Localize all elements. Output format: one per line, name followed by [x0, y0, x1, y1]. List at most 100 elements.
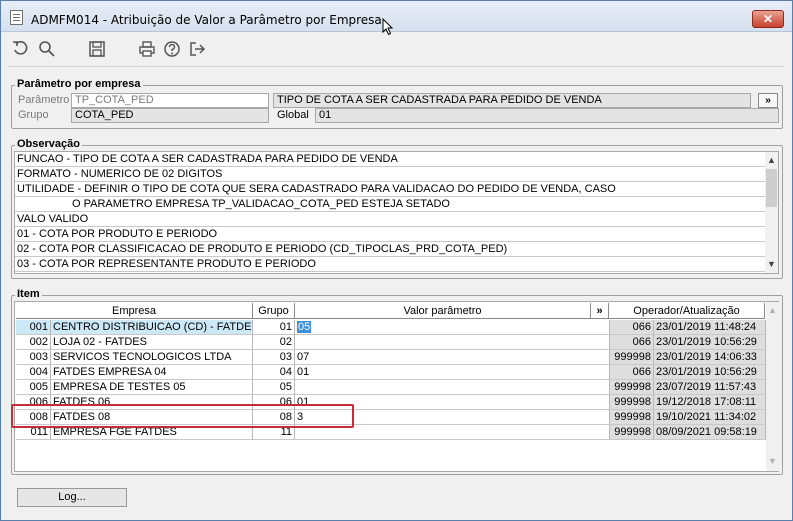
- grupo-field: COTA_PED: [71, 108, 269, 123]
- observacao-group-title: Observação: [15, 138, 82, 150]
- item-group-title: Item: [15, 288, 42, 300]
- observacao-line: FORMATO - NUMERICO DE 02 DIGITOS: [15, 167, 765, 182]
- observacao-line: FUNCAO - TIPO DE COTA A SER CADASTRADA P…: [15, 152, 765, 167]
- exit-icon[interactable]: [186, 38, 208, 60]
- cell-grupo: 11: [253, 425, 295, 440]
- cell-atualizacao: 08/09/2021 09:58:19: [654, 425, 766, 440]
- cell-operador: 066: [610, 365, 654, 380]
- cell-valor[interactable]: 07: [295, 350, 610, 365]
- cell-empresa: CENTRO DISTRIBUICAO (CD) - FATDES: [51, 320, 253, 335]
- cell-atualizacao: 19/10/2021 11:34:02: [654, 410, 766, 425]
- observacao-line: VALO VALIDO: [15, 212, 765, 227]
- item-grid-scrollbar[interactable]: ▲ ▼: [766, 302, 779, 471]
- cell-grupo: 02: [253, 335, 295, 350]
- column-header-valor[interactable]: Valor parâmetro: [295, 303, 591, 319]
- cell-valor[interactable]: [295, 425, 610, 440]
- table-row[interactable]: 003 SERVICOS TECNOLOGICOS LTDA 03 07 999…: [16, 350, 766, 365]
- log-button[interactable]: Log...: [17, 488, 127, 507]
- cell-operador: 999998: [610, 350, 654, 365]
- table-row[interactable]: 005 EMPRESA DE TESTES 05 05 999998 23/07…: [16, 380, 766, 395]
- column-more-button[interactable]: »: [591, 303, 609, 319]
- column-header-operador[interactable]: Operador/Atualização: [609, 303, 765, 319]
- toolbar-divider: [9, 66, 784, 67]
- cell-valor[interactable]: 3: [295, 410, 610, 425]
- observacao-line: 03 - COTA POR REPRESENTANTE PRODUTO E PE…: [15, 257, 765, 272]
- observacao-line: UTILIDADE - DEFINIR O TIPO DE COTA QUE S…: [15, 182, 765, 197]
- cell-operador: 999998: [610, 395, 654, 410]
- cell-grupo: 06: [253, 395, 295, 410]
- table-row[interactable]: 002 LOJA 02 - FATDES 02 066 23/01/2019 1…: [16, 335, 766, 350]
- parametro-label: Parâmetro: [18, 94, 70, 106]
- selected-valor-text[interactable]: 05: [297, 321, 312, 333]
- close-button[interactable]: ✕: [752, 10, 784, 28]
- cell-valor[interactable]: 01: [295, 395, 610, 410]
- cell-codigo: 008: [16, 410, 51, 425]
- cell-atualizacao: 23/07/2019 11:57:43: [654, 380, 766, 395]
- scroll-down-icon[interactable]: ▼: [766, 455, 779, 468]
- cell-atualizacao: 23/01/2019 11:48:24: [654, 320, 766, 335]
- global-label: Global: [277, 109, 309, 121]
- cell-codigo: 002: [16, 335, 51, 350]
- scroll-down-icon[interactable]: ▼: [765, 258, 778, 271]
- cell-atualizacao: 23/01/2019 14:06:33: [654, 350, 766, 365]
- cell-codigo: 005: [16, 380, 51, 395]
- column-header-empresa[interactable]: Empresa: [16, 303, 253, 319]
- cell-operador: 999998: [610, 425, 654, 440]
- observacao-line: 01 - COTA POR PRODUTO E PERIODO: [15, 227, 765, 242]
- grupo-label: Grupo: [18, 109, 49, 121]
- title-bar: ADMFM014 - Atribuição de Valor a Parâmet…: [1, 1, 792, 32]
- print-icon[interactable]: [136, 38, 158, 60]
- observacao-scrollbar[interactable]: ▲ ▼: [765, 152, 778, 273]
- cell-atualizacao: 19/12/2018 17:08:11: [654, 395, 766, 410]
- parametro-description-field: TIPO DE COTA A SER CADASTRADA PARA PEDID…: [273, 93, 751, 108]
- window-title: ADMFM014 - Atribuição de Valor a Parâmet…: [31, 13, 382, 27]
- cell-atualizacao: 23/01/2019 10:56:29: [654, 335, 766, 350]
- observacao-line: 02 - COTA POR CLASSIFICACAO DE PRODUTO E…: [15, 242, 765, 257]
- cell-operador: 999998: [610, 410, 654, 425]
- cell-codigo: 006: [16, 395, 51, 410]
- parametro-more-button[interactable]: »: [758, 93, 778, 108]
- cell-valor[interactable]: 01: [295, 365, 610, 380]
- cell-valor[interactable]: 05: [295, 320, 610, 335]
- cell-empresa: EMPRESA DE TESTES 05: [51, 380, 253, 395]
- table-row[interactable]: 006 FATDES 06 06 01 999998 19/12/2018 17…: [16, 395, 766, 410]
- cell-codigo: 001: [16, 320, 51, 335]
- item-grid: Empresa Grupo Valor parâmetro » Operador…: [14, 301, 779, 472]
- cell-codigo: 004: [16, 365, 51, 380]
- cell-operador: 066: [610, 320, 654, 335]
- toolbar: [1, 34, 792, 64]
- table-row[interactable]: 011 EMPRESA FGE FATDES 11 999998 08/09/2…: [16, 425, 766, 440]
- cell-codigo: 003: [16, 350, 51, 365]
- observacao-line: O PARAMETRO EMPRESA TP_VALIDACAO_COTA_PE…: [15, 197, 765, 212]
- column-header-grupo[interactable]: Grupo: [253, 303, 295, 319]
- cell-grupo: 01: [253, 320, 295, 335]
- cell-empresa: FATDES EMPRESA 04: [51, 365, 253, 380]
- cell-operador: 999998: [610, 380, 654, 395]
- table-row[interactable]: 004 FATDES EMPRESA 04 04 01 066 23/01/20…: [16, 365, 766, 380]
- scroll-up-icon[interactable]: ▲: [766, 304, 779, 317]
- cell-valor[interactable]: [295, 335, 610, 350]
- global-field: 01: [315, 108, 779, 123]
- cell-empresa: FATDES 08: [51, 410, 253, 425]
- app-window: ADMFM014 - Atribuição de Valor a Parâmet…: [0, 0, 793, 521]
- help-icon[interactable]: [161, 38, 183, 60]
- undo-icon[interactable]: [10, 38, 32, 60]
- observacao-textbox[interactable]: FUNCAO - TIPO DE COTA A SER CADASTRADA P…: [14, 151, 779, 274]
- cell-atualizacao: 23/01/2019 10:56:29: [654, 365, 766, 380]
- cell-grupo: 03: [253, 350, 295, 365]
- cell-grupo: 08: [253, 410, 295, 425]
- save-icon[interactable]: [86, 38, 108, 60]
- cell-operador: 066: [610, 335, 654, 350]
- table-row[interactable]: 008 FATDES 08 08 3 999998 19/10/2021 11:…: [16, 410, 766, 425]
- cell-empresa: LOJA 02 - FATDES: [51, 335, 253, 350]
- parametro-group-title: Parâmetro por empresa: [15, 78, 143, 90]
- cell-codigo: 011: [16, 425, 51, 440]
- cell-valor[interactable]: [295, 380, 610, 395]
- scroll-up-icon[interactable]: ▲: [765, 154, 778, 167]
- cell-empresa: SERVICOS TECNOLOGICOS LTDA: [51, 350, 253, 365]
- table-row[interactable]: 001 CENTRO DISTRIBUICAO (CD) - FATDES 01…: [16, 320, 766, 335]
- parametro-field[interactable]: TP_COTA_PED: [71, 93, 269, 108]
- scroll-thumb[interactable]: [766, 169, 777, 207]
- search-icon[interactable]: [36, 38, 58, 60]
- cell-grupo: 04: [253, 365, 295, 380]
